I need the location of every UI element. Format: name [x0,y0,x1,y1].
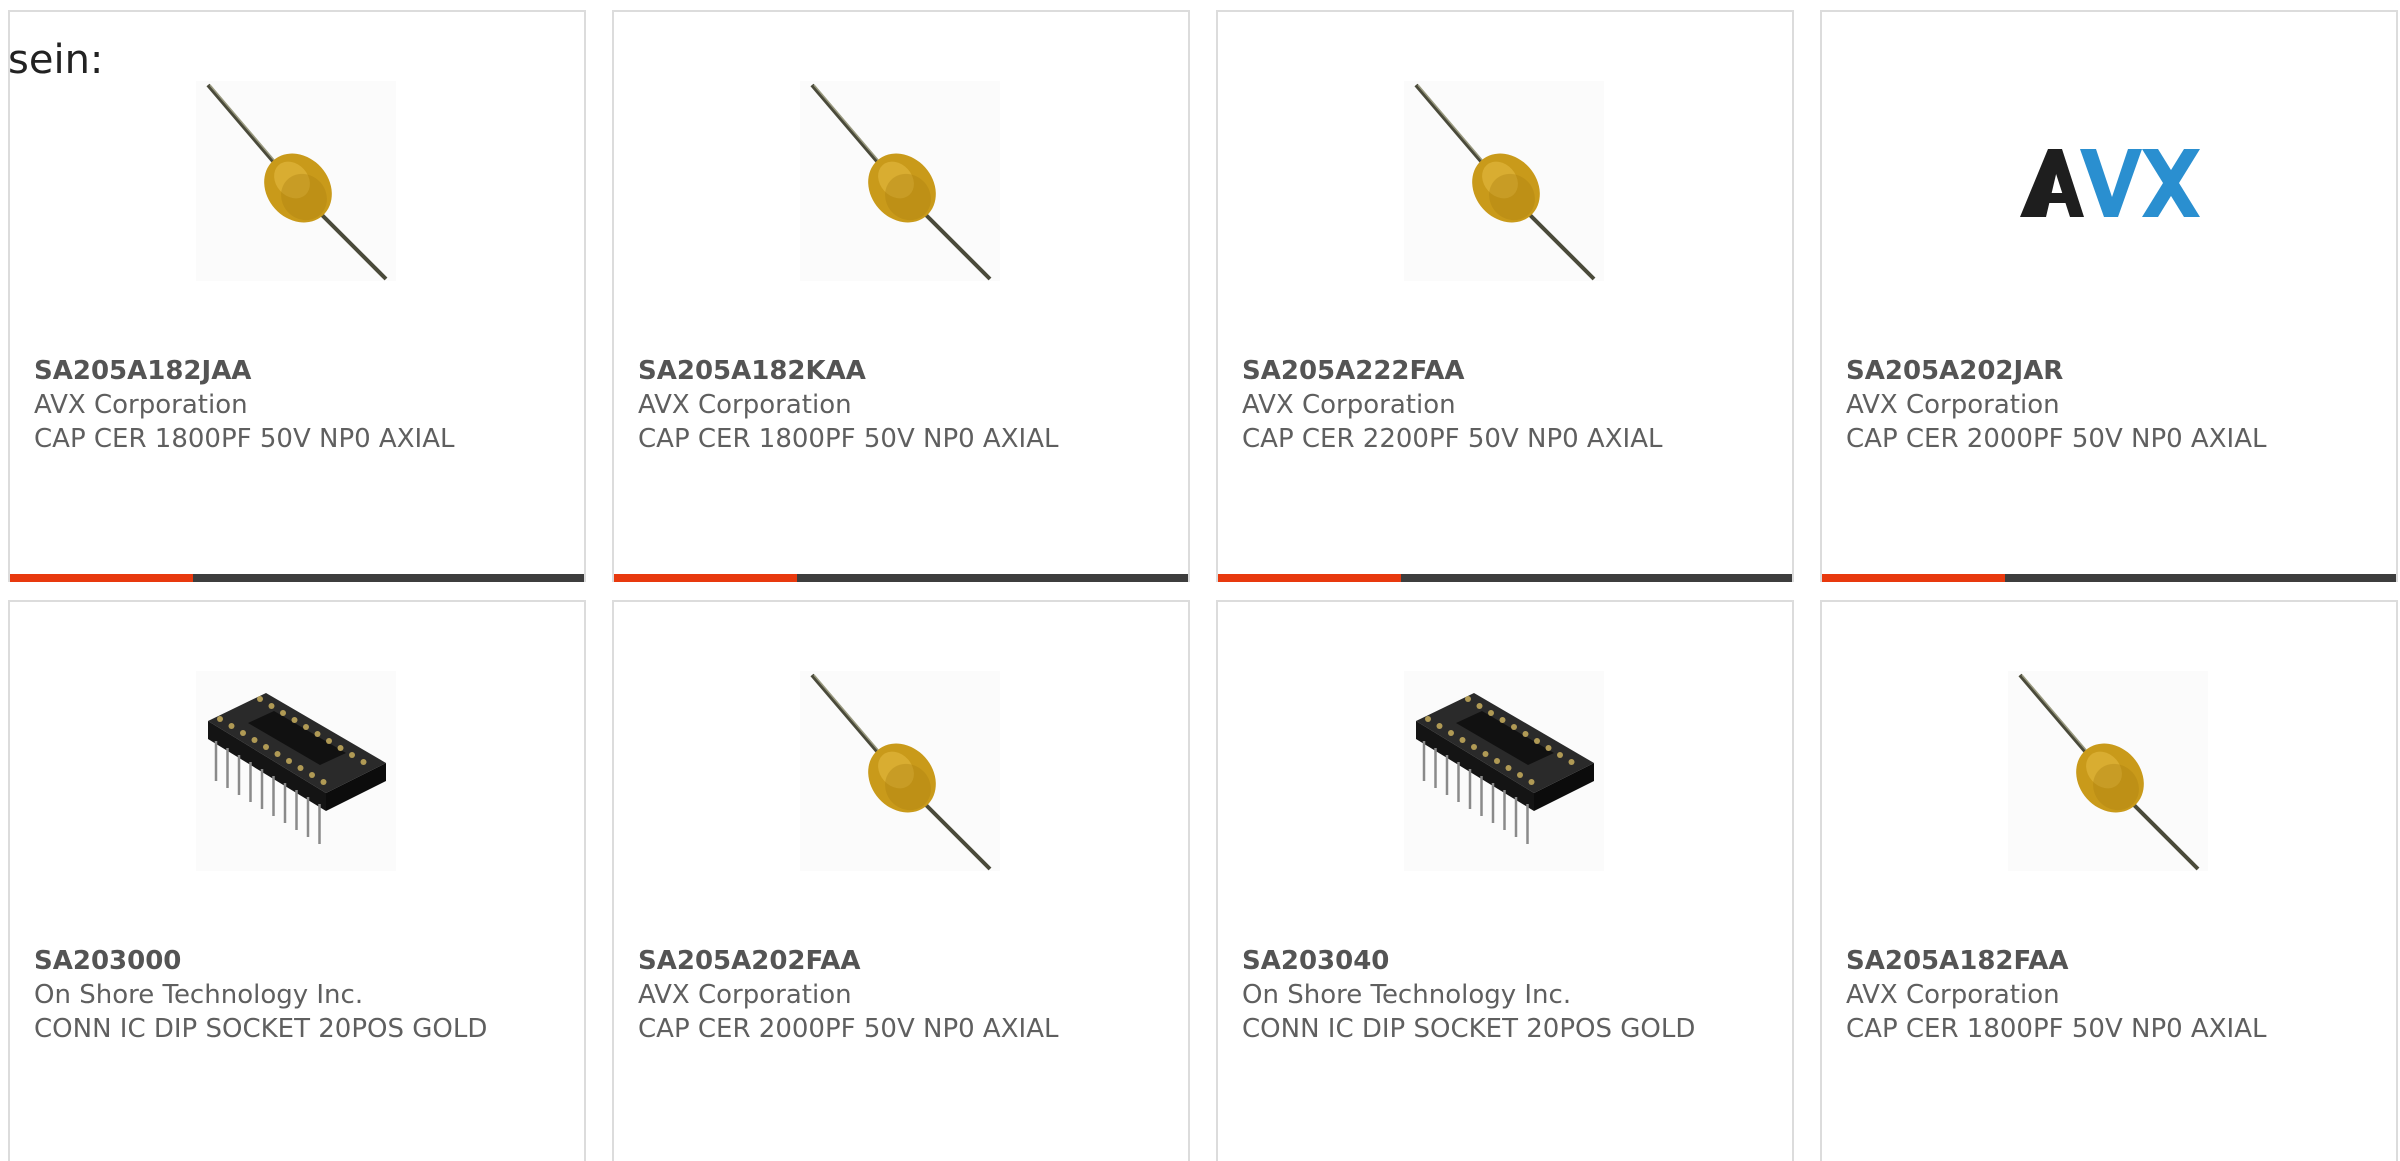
product-listing-page: sein: SA205A182JAA AVX Corporation CAP C… [0,0,2400,1161]
axial-capacitor-icon [800,81,1000,281]
dip-socket-icon [1404,671,1604,871]
product-image[interactable] [2008,671,2208,871]
product-info: SA205A222FAA AVX Corporation CAP CER 220… [1242,354,1762,456]
product-card[interactable]: SA205A182JAA AVX Corporation CAP CER 180… [8,10,586,582]
product-description: CAP CER 2000PF 50V NP0 AXIAL [638,1014,1059,1044]
product-part-number[interactable]: SA203000 [34,944,554,978]
axial-capacitor-icon [196,81,396,281]
avx-logo [2020,149,2200,217]
product-manufacturer: On Shore Technology Inc. [1242,980,1572,1010]
product-card[interactable]: SA205A202JAR AVX Corporation CAP CER 200… [1820,10,2398,582]
product-part-number[interactable]: SA205A202JAR [1846,354,2366,388]
product-info: SA205A182FAA AVX Corporation CAP CER 180… [1846,944,2366,1046]
product-info: SA203000 On Shore Technology Inc. CONN I… [34,944,554,1046]
product-part-number[interactable]: SA205A182JAA [34,354,554,388]
product-manufacturer: AVX Corporation [1242,390,1456,420]
axial-capacitor-icon [1404,81,1604,281]
card-footer-bar [1822,574,2396,582]
product-grid: SA205A182JAA AVX Corporation CAP CER 180… [8,10,2400,1161]
product-card[interactable]: SA205A222FAA AVX Corporation CAP CER 220… [1216,10,1794,582]
card-footer-bar [614,574,1188,582]
product-card[interactable]: SA203000 On Shore Technology Inc. CONN I… [8,600,586,1161]
product-info: SA205A202JAR AVX Corporation CAP CER 200… [1846,354,2366,456]
product-description: CAP CER 2200PF 50V NP0 AXIAL [1242,424,1663,454]
product-manufacturer: AVX Corporation [1846,980,2060,1010]
product-image[interactable] [2008,81,2208,281]
product-card[interactable]: SA205A182FAA AVX Corporation CAP CER 180… [1820,600,2398,1161]
product-description: CAP CER 2000PF 50V NP0 AXIAL [1846,424,2267,454]
card-footer-accent [10,574,193,582]
product-description: CONN IC DIP SOCKET 20POS GOLD [34,1014,488,1044]
product-manufacturer: AVX Corporation [638,390,852,420]
card-footer-accent [1218,574,1401,582]
product-part-number[interactable]: SA203040 [1242,944,1762,978]
product-manufacturer: AVX Corporation [1846,390,2060,420]
product-image[interactable] [1404,81,1604,281]
product-description: CAP CER 1800PF 50V NP0 AXIAL [638,424,1059,454]
axial-capacitor-icon [800,671,1000,871]
product-info: SA203040 On Shore Technology Inc. CONN I… [1242,944,1762,1046]
product-image[interactable] [1404,671,1604,871]
product-part-number[interactable]: SA205A182FAA [1846,944,2366,978]
dip-socket-icon [196,671,396,871]
product-description: CAP CER 1800PF 50V NP0 AXIAL [34,424,455,454]
product-image[interactable] [196,81,396,281]
product-card[interactable]: SA205A182KAA AVX Corporation CAP CER 180… [612,10,1190,582]
card-footer-accent [1822,574,2005,582]
product-card[interactable]: SA205A202FAA AVX Corporation CAP CER 200… [612,600,1190,1161]
product-manufacturer: AVX Corporation [638,980,852,1010]
product-info: SA205A182JAA AVX Corporation CAP CER 180… [34,354,554,456]
product-part-number[interactable]: SA205A182KAA [638,354,1158,388]
product-info: SA205A182KAA AVX Corporation CAP CER 180… [638,354,1158,456]
intro-text: sein: [8,37,104,83]
product-part-number[interactable]: SA205A202FAA [638,944,1158,978]
card-footer-accent [614,574,797,582]
product-manufacturer: AVX Corporation [34,390,248,420]
product-description: CONN IC DIP SOCKET 20POS GOLD [1242,1014,1696,1044]
product-image[interactable] [196,671,396,871]
card-footer-bar [10,574,584,582]
card-footer-bar [1218,574,1792,582]
product-image[interactable] [800,671,1000,871]
product-info: SA205A202FAA AVX Corporation CAP CER 200… [638,944,1158,1046]
product-manufacturer: On Shore Technology Inc. [34,980,364,1010]
product-part-number[interactable]: SA205A222FAA [1242,354,1762,388]
product-image[interactable] [800,81,1000,281]
product-description: CAP CER 1800PF 50V NP0 AXIAL [1846,1014,2267,1044]
product-card[interactable]: SA203040 On Shore Technology Inc. CONN I… [1216,600,1794,1161]
axial-capacitor-icon [2008,671,2208,871]
